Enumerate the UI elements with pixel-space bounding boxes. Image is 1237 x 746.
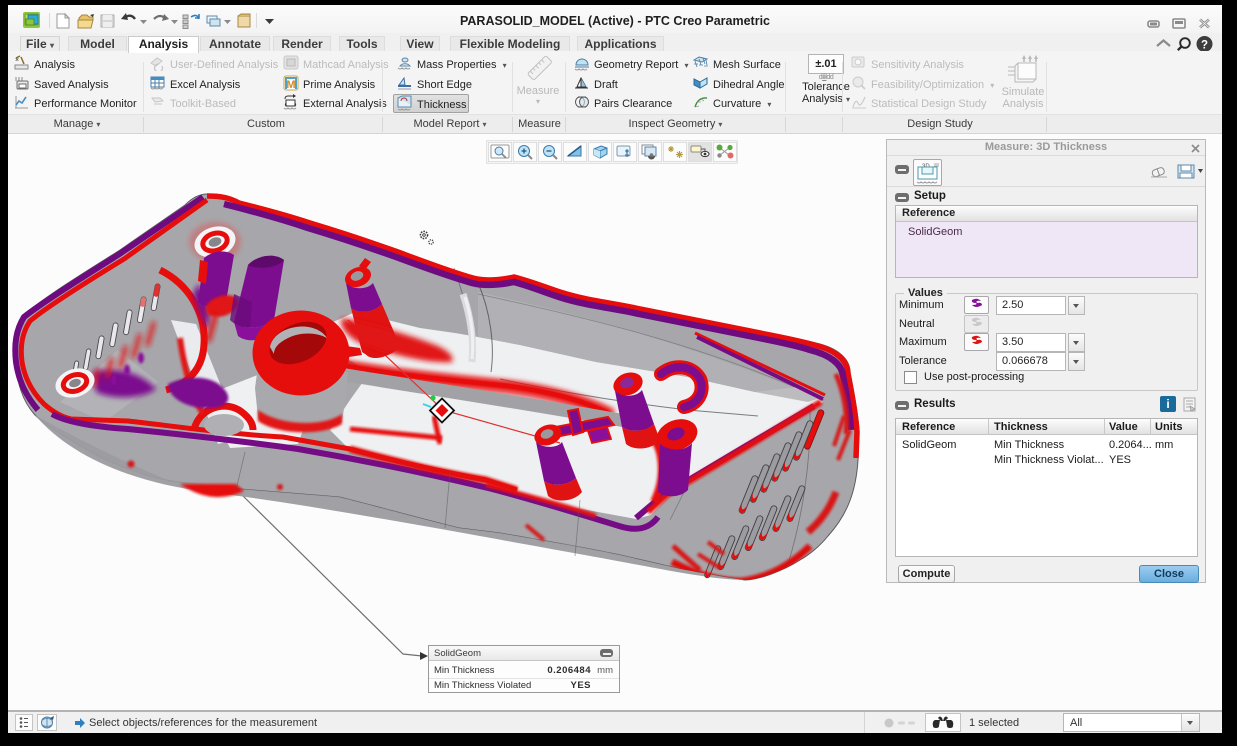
- svg-text:×: ×: [15, 57, 19, 64]
- svg-text:M: M: [286, 79, 295, 91]
- svg-text:?: ?: [1201, 39, 1208, 51]
